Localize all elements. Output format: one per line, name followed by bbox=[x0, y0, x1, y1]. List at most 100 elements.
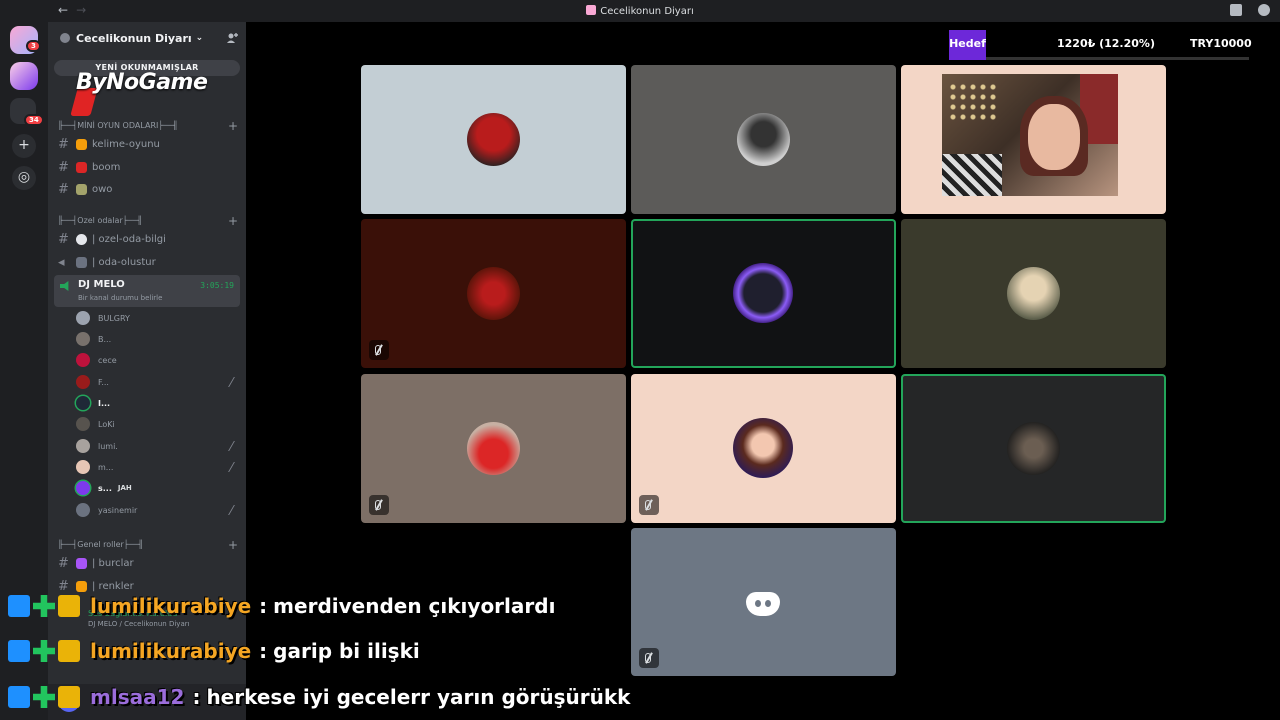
invite-people-icon[interactable] bbox=[226, 32, 238, 44]
muted-icon bbox=[369, 495, 389, 515]
voice-user-name: yasinemir bbox=[98, 505, 138, 515]
titlebar-actions bbox=[1230, 4, 1270, 16]
chat-overlay-message: lumilikurabiye : garip bi ilişki bbox=[0, 631, 700, 671]
server-small-icon bbox=[586, 5, 597, 15]
window-title: Cecelikonun Diyarı bbox=[600, 6, 694, 17]
badge-icon bbox=[8, 640, 30, 662]
voice-user-name: s... bbox=[98, 483, 112, 493]
muted-icon bbox=[369, 340, 389, 360]
avatar bbox=[1007, 422, 1060, 475]
bynogame-logo: ByNoGame bbox=[76, 70, 208, 95]
plus-emoji-icon bbox=[76, 256, 87, 268]
voice-user[interactable]: LoKi bbox=[76, 414, 236, 434]
folder-badge: 34 bbox=[24, 114, 44, 126]
muted-icon bbox=[219, 462, 235, 472]
avatar bbox=[76, 332, 90, 346]
category-genel-roller[interactable]: ╟──┤Genel roller├──╢ + bbox=[58, 538, 238, 552]
voice-user[interactable]: m... bbox=[76, 457, 236, 477]
category-label: ╟──┤Ozel odalar├──╢ bbox=[58, 216, 143, 225]
server-header[interactable]: Cecelikonun Diyarı ⌄ bbox=[48, 22, 246, 54]
category-label: ╟──┤Genel roller├──╢ bbox=[58, 540, 144, 549]
create-channel-icon[interactable]: + bbox=[228, 119, 238, 133]
chat-message: herkese iyi gecelerr yarın görüşürükk bbox=[206, 685, 631, 709]
voice-channel-name: DJ MELO bbox=[78, 279, 125, 290]
voice-user[interactable]: cece bbox=[76, 350, 236, 370]
voice-user-name: m... bbox=[98, 462, 114, 472]
title-bar: ← → Cecelikonun Diyarı bbox=[0, 0, 1280, 22]
goal-target: TRY10000 bbox=[1190, 37, 1252, 50]
fairy-lights bbox=[948, 82, 998, 122]
badge-icon bbox=[8, 595, 30, 617]
voice-user-name: I... bbox=[98, 398, 111, 408]
voice-user[interactable]: yasinemir bbox=[76, 500, 236, 520]
participant-tile[interactable] bbox=[631, 374, 896, 523]
chat-message: garip bi ilişki bbox=[273, 639, 420, 663]
channel-status-prompt[interactable]: Bir kanal durumu belirle bbox=[78, 294, 162, 302]
speaker-icon: ◂ bbox=[58, 254, 65, 270]
muted-icon bbox=[219, 441, 235, 451]
compass-icon bbox=[76, 233, 87, 245]
participant-tile[interactable] bbox=[361, 374, 626, 523]
voice-user[interactable]: lumi. bbox=[76, 436, 236, 456]
badge-icon bbox=[33, 640, 55, 662]
channel-boom[interactable]: # boom bbox=[58, 157, 238, 177]
avatar bbox=[76, 375, 90, 389]
webcam-video bbox=[942, 74, 1118, 196]
participant-tile[interactable] bbox=[631, 65, 896, 214]
participant-tile-speaking[interactable] bbox=[901, 374, 1166, 523]
participant-tile[interactable] bbox=[361, 219, 626, 368]
emoji-icon bbox=[76, 161, 87, 173]
participant-video-tile[interactable] bbox=[901, 65, 1166, 214]
avatar bbox=[76, 439, 90, 453]
hash-icon: # bbox=[58, 159, 69, 175]
channel-label: | ozel-oda-bilgi bbox=[92, 233, 166, 245]
avatar bbox=[76, 396, 90, 410]
channel-label: owo bbox=[92, 183, 113, 195]
voice-user-name: LoKi bbox=[98, 419, 115, 429]
avatar bbox=[76, 417, 90, 431]
category-ozel-odalar[interactable]: ╟──┤Ozel odalar├──╢ + bbox=[58, 214, 238, 228]
voice-user[interactable]: I... bbox=[76, 393, 236, 413]
channel-label: | oda-olustur bbox=[92, 256, 156, 268]
avatar bbox=[76, 460, 90, 474]
avatar bbox=[737, 113, 790, 166]
channel-ozel-oda-bilgi[interactable]: # | ozel-oda-bilgi bbox=[58, 229, 238, 249]
explore-icon[interactable]: ◎ bbox=[12, 166, 36, 190]
goal-progress-bar bbox=[949, 57, 1249, 60]
goal-progress: 1220₺ (12.20%) bbox=[1057, 37, 1155, 50]
voice-user[interactable]: BULGRY bbox=[76, 308, 236, 328]
voice-user[interactable]: B... bbox=[76, 329, 236, 349]
gear-icon bbox=[60, 33, 70, 43]
goal-progress-fill bbox=[949, 57, 986, 60]
chat-separator: : bbox=[259, 594, 268, 618]
hash-icon: # bbox=[58, 181, 69, 197]
goal-label: Hedef bbox=[949, 30, 986, 58]
crown-badge-icon bbox=[58, 595, 80, 617]
channel-kelime-oyunu[interactable]: # kelime-oyunu bbox=[58, 134, 238, 154]
channel-label: | burclar bbox=[92, 557, 134, 569]
add-server-icon[interactable]: + bbox=[12, 134, 36, 158]
participant-tile-speaking[interactable] bbox=[631, 219, 896, 368]
channel-burclar[interactable]: # | burclar bbox=[58, 553, 238, 573]
voice-user[interactable]: F... bbox=[76, 372, 236, 392]
voice-duration: 3:05:19 bbox=[200, 281, 234, 290]
participant-tile[interactable] bbox=[361, 65, 626, 214]
chat-username: mlsaa12 bbox=[90, 685, 185, 709]
avatar bbox=[467, 113, 520, 166]
discord-logo-icon bbox=[746, 592, 780, 616]
create-channel-icon[interactable]: + bbox=[228, 538, 238, 552]
category-mini-oyun[interactable]: ╟──┤MİNİ OYUN ODALARI├──╢ + bbox=[58, 119, 238, 133]
avatar bbox=[467, 267, 520, 320]
server-icon-cecelikonun[interactable] bbox=[10, 62, 38, 90]
voice-user[interactable]: s... JAH bbox=[76, 478, 236, 498]
help-icon[interactable] bbox=[1258, 4, 1270, 16]
channel-owo[interactable]: # owo bbox=[58, 179, 238, 199]
voice-channel-dj-melo[interactable]: DJ MELO Bir kanal durumu belirle 3:05:19 bbox=[54, 275, 240, 307]
speaker-icon bbox=[60, 281, 69, 291]
create-channel-icon[interactable]: + bbox=[228, 214, 238, 228]
participant-tile[interactable] bbox=[901, 219, 1166, 368]
hash-icon: # bbox=[58, 231, 69, 247]
channel-oda-olustur[interactable]: ◂ | oda-olustur bbox=[58, 252, 238, 272]
inbox-icon[interactable] bbox=[1230, 4, 1242, 16]
crown-badge-icon bbox=[58, 686, 80, 708]
